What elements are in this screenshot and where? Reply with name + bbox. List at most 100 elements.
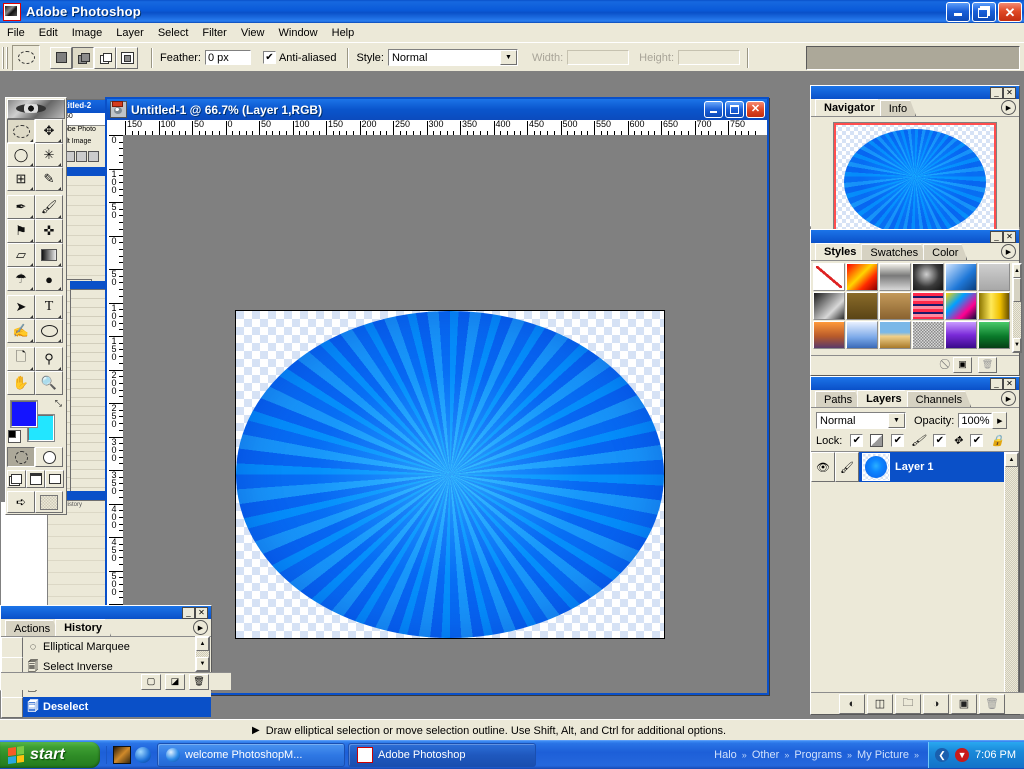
tray-link-my-picture[interactable]: My Picture bbox=[857, 749, 909, 761]
lock-position-checkbox[interactable] bbox=[933, 434, 947, 447]
style-swatch[interactable] bbox=[978, 321, 1010, 349]
navigator-close-button[interactable]: ✕ bbox=[1003, 87, 1016, 99]
style-swatch[interactable] bbox=[846, 292, 878, 320]
tab-info[interactable]: Info bbox=[880, 100, 916, 116]
restore-button[interactable] bbox=[972, 2, 996, 22]
tool-healing-brush[interactable]: ✒ bbox=[7, 195, 35, 219]
status-expand-icon[interactable]: ▶ bbox=[252, 725, 260, 736]
styles-minimize-button[interactable]: _ bbox=[990, 231, 1003, 243]
tab-channels[interactable]: Channels bbox=[907, 391, 971, 407]
document-minimize-button[interactable] bbox=[704, 101, 723, 118]
style-swatch[interactable] bbox=[813, 263, 845, 291]
height-input[interactable] bbox=[678, 50, 741, 65]
document-restore-button[interactable] bbox=[725, 101, 744, 118]
style-swatch[interactable] bbox=[912, 321, 944, 349]
tool-notes[interactable]: 🗋 bbox=[7, 347, 35, 371]
tab-history[interactable]: History bbox=[55, 619, 111, 636]
taskbar-button-welcome-photoshop[interactable]: welcome PhotoshopM... bbox=[157, 743, 345, 767]
blend-mode-select[interactable]: Normal ▼ bbox=[816, 412, 906, 429]
minimize-button[interactable] bbox=[946, 2, 970, 22]
add-to-selection-button[interactable] bbox=[72, 46, 94, 69]
scroll-up-icon[interactable]: ▲ bbox=[1005, 453, 1018, 467]
close-button[interactable]: ✕ bbox=[998, 2, 1022, 22]
tab-layers[interactable]: Layers bbox=[857, 390, 910, 407]
new-layer-icon[interactable]: ▣ bbox=[951, 693, 977, 714]
history-item-3[interactable]: 🗐 Deselect bbox=[1, 696, 211, 718]
styles-title-bar[interactable]: _ ✕ bbox=[811, 230, 1019, 243]
style-swatch[interactable] bbox=[945, 263, 977, 291]
lock-image-checkbox[interactable] bbox=[891, 434, 905, 447]
chevron-down-icon[interactable]: ▼ bbox=[888, 413, 905, 428]
scroll-track[interactable] bbox=[1005, 467, 1018, 697]
jump-to-imageready-icon[interactable]: ➪ bbox=[7, 491, 35, 513]
image-preview-icon[interactable] bbox=[35, 491, 63, 513]
style-swatch[interactable] bbox=[945, 321, 977, 349]
tool-type[interactable]: T bbox=[35, 295, 63, 319]
tool-hand[interactable]: ✋ bbox=[7, 371, 35, 395]
tool-blur[interactable]: ☂ bbox=[7, 267, 35, 291]
tab-navigator[interactable]: Navigator bbox=[815, 99, 884, 116]
options-bar-grip[interactable] bbox=[2, 46, 8, 69]
palette-well[interactable] bbox=[806, 46, 1020, 70]
layer-name[interactable]: Layer 1 bbox=[895, 461, 934, 473]
tool-eraser[interactable]: ▱ bbox=[7, 243, 35, 267]
tab-swatches[interactable]: Swatches bbox=[861, 244, 927, 260]
history-item-0[interactable]: ◌ Elliptical Marquee bbox=[1, 636, 211, 658]
standard-mode-button[interactable] bbox=[7, 447, 35, 467]
layers-title-bar[interactable]: _ ✕ bbox=[811, 377, 1019, 390]
delete-state-icon[interactable]: 🗑 bbox=[189, 673, 209, 690]
tool-elliptical-marquee[interactable] bbox=[7, 119, 35, 143]
menu-item-select[interactable]: Select bbox=[151, 25, 196, 41]
tool-eyedropper[interactable]: ⚲ bbox=[35, 347, 63, 371]
menu-item-layer[interactable]: Layer bbox=[109, 25, 151, 41]
menu-item-edit[interactable]: Edit bbox=[32, 25, 65, 41]
image-canvas[interactable] bbox=[235, 310, 665, 639]
history-snapshot-box[interactable] bbox=[1, 696, 23, 718]
history-scrollbar[interactable]: ▲ ▼ bbox=[195, 636, 210, 672]
scroll-up-icon[interactable]: ▲ bbox=[196, 637, 209, 651]
styles-grid[interactable] bbox=[811, 261, 1012, 355]
delete-style-icon[interactable]: 🗑 bbox=[978, 356, 997, 373]
lock-transparent-checkbox[interactable] bbox=[850, 434, 864, 447]
tool-zoom[interactable]: 🔍 bbox=[35, 371, 63, 395]
layers-scrollbar[interactable]: ▲ ▼ bbox=[1004, 452, 1019, 712]
new-selection-button[interactable] bbox=[50, 46, 72, 69]
menu-item-help[interactable]: Help bbox=[325, 25, 362, 41]
browser-icon[interactable] bbox=[135, 747, 151, 763]
styles-close-button[interactable]: ✕ bbox=[1003, 231, 1016, 243]
new-snapshot-icon[interactable]: ◪ bbox=[165, 673, 185, 690]
tool-path-selection[interactable]: ➤ bbox=[7, 295, 35, 319]
subtract-from-selection-button[interactable] bbox=[94, 46, 116, 69]
tool-ellipse-shape[interactable] bbox=[35, 319, 63, 343]
width-input[interactable] bbox=[567, 50, 630, 65]
layer-style-icon[interactable]: ◐ bbox=[839, 693, 865, 714]
tray-link-halo[interactable]: Halo bbox=[714, 749, 737, 761]
taskbar-button-adobe-photoshop[interactable]: Adobe Photoshop bbox=[348, 743, 536, 767]
elliptical-marquee-icon[interactable] bbox=[12, 44, 40, 71]
scroll-thumb[interactable] bbox=[1013, 278, 1021, 302]
layer-thumbnail[interactable] bbox=[862, 453, 890, 481]
scroll-down-icon[interactable]: ▼ bbox=[1013, 338, 1021, 352]
style-swatch[interactable] bbox=[978, 292, 1010, 320]
style-swatch[interactable] bbox=[912, 292, 944, 320]
full-screen-menubar-button[interactable] bbox=[26, 470, 45, 488]
style-swatch[interactable] bbox=[879, 292, 911, 320]
ruler-origin-corner[interactable] bbox=[107, 120, 124, 136]
tab-color[interactable]: Color bbox=[923, 244, 967, 260]
tab-styles[interactable]: Styles bbox=[815, 243, 865, 260]
style-swatch[interactable] bbox=[879, 321, 911, 349]
history-palette-title-bar[interactable]: _ ✕ bbox=[1, 606, 211, 619]
menu-item-view[interactable]: View bbox=[234, 25, 272, 41]
start-button[interactable]: start bbox=[0, 742, 100, 768]
scroll-track[interactable] bbox=[1013, 302, 1021, 338]
horizontal-ruler[interactable]: 150 100 50 0 50 100 150 200 250 300 350 400 450 500 55… bbox=[123, 120, 767, 136]
navigator-view-box[interactable] bbox=[834, 123, 996, 241]
new-document-from-state-icon[interactable]: ▢ bbox=[141, 673, 161, 690]
style-swatch[interactable] bbox=[846, 263, 878, 291]
style-swatch[interactable] bbox=[813, 292, 845, 320]
tray-link-other[interactable]: Other bbox=[752, 749, 780, 761]
intersect-with-selection-button[interactable] bbox=[116, 46, 138, 69]
style-swatch[interactable] bbox=[945, 292, 977, 320]
layer-mask-icon[interactable]: ◫ bbox=[867, 693, 893, 714]
navigator-thumbnail[interactable] bbox=[833, 122, 997, 242]
